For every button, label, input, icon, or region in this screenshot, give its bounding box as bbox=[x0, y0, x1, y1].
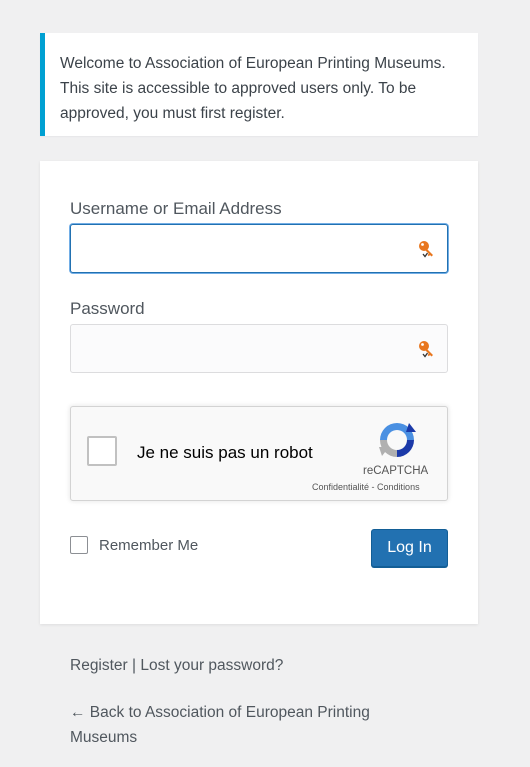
recaptcha-terms-link[interactable]: Conditions bbox=[377, 482, 420, 492]
password-label: Password bbox=[70, 299, 145, 318]
remember-me-label[interactable]: Remember Me bbox=[99, 537, 198, 554]
back-to-site: ← Back to Association of European Printi… bbox=[70, 700, 400, 750]
back-to-site-link[interactable]: ← Back to Association of European Printi… bbox=[70, 704, 370, 746]
recaptcha-privacy-link[interactable]: Confidentialité bbox=[312, 482, 369, 492]
key-icon[interactable] bbox=[417, 239, 437, 259]
recaptcha-brand: reCAPTCHA bbox=[363, 465, 429, 477]
welcome-notice: Welcome to Association of European Print… bbox=[40, 33, 478, 136]
recaptcha-links-separator: - bbox=[369, 482, 378, 492]
username-field[interactable] bbox=[70, 224, 448, 273]
key-icon[interactable] bbox=[417, 339, 437, 359]
password-field[interactable] bbox=[70, 324, 448, 373]
recaptcha-logo-icon bbox=[379, 423, 416, 457]
login-nav: Register | Lost your password? bbox=[70, 657, 283, 675]
recaptcha-links: Confidentialité - Conditions bbox=[312, 482, 420, 492]
recaptcha-widget: Je ne suis pas un robot reCAPTCHA Confid… bbox=[70, 406, 448, 501]
nav-separator: | bbox=[127, 657, 141, 674]
recaptcha-checkbox[interactable] bbox=[87, 436, 117, 466]
login-form: Username or Email Address Password Je ne… bbox=[40, 161, 478, 624]
username-label: Username or Email Address bbox=[70, 199, 282, 218]
register-link[interactable]: Register bbox=[70, 657, 128, 674]
username-input[interactable] bbox=[71, 225, 447, 272]
lost-password-link[interactable]: Lost your password? bbox=[140, 657, 283, 674]
remember-me[interactable]: Remember Me bbox=[70, 535, 198, 555]
login-button[interactable]: Log In bbox=[371, 529, 448, 567]
welcome-notice-text: Welcome to Association of European Print… bbox=[60, 55, 446, 122]
remember-me-checkbox[interactable] bbox=[70, 536, 88, 554]
password-input[interactable] bbox=[71, 325, 447, 372]
recaptcha-label: Je ne suis pas un robot bbox=[137, 443, 313, 462]
